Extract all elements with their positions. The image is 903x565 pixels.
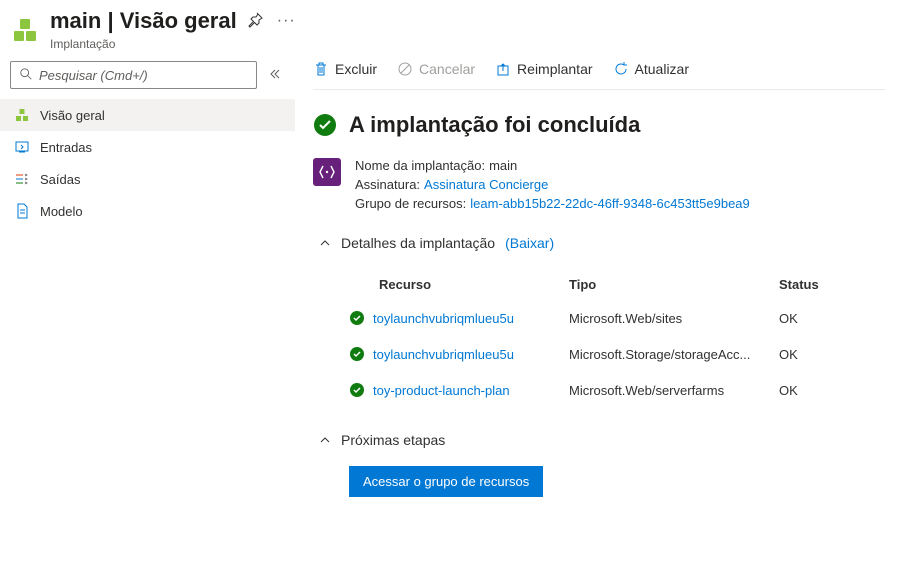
nav-label: Entradas — [40, 140, 92, 155]
nav-list: Visão geral Entradas Saídas — [0, 99, 295, 227]
delete-button[interactable]: Excluir — [313, 61, 377, 77]
go-to-resource-group-button[interactable]: Acessar o grupo de recursos — [349, 466, 543, 497]
resources-table: Recurso Tipo Status toylaunchvubriqmlueu… — [349, 269, 885, 408]
table-row: toylaunchvubriqmlueu5u Microsoft.Storage… — [349, 336, 885, 372]
outputs-icon — [14, 171, 30, 187]
page-title: main | Visão geral — [50, 8, 237, 34]
row-status-icon — [349, 346, 373, 362]
table-row: toy-product-launch-plan Microsoft.Web/se… — [349, 372, 885, 408]
subscription-label: Assinatura: — [355, 177, 420, 192]
row-status-icon — [349, 382, 373, 398]
next-steps-toggle[interactable]: Próximas etapas — [319, 432, 885, 448]
resource-link[interactable]: toylaunchvubriqmlueu5u — [373, 347, 514, 362]
resource-status: OK — [779, 347, 839, 362]
nav-item-outputs[interactable]: Saídas — [0, 163, 295, 195]
chevron-up-icon — [319, 237, 331, 249]
download-link[interactable]: (Baixar) — [505, 235, 554, 251]
collapse-sidebar-icon[interactable] — [265, 64, 285, 87]
resource-status: OK — [779, 383, 839, 398]
nav-label: Visão geral — [40, 108, 105, 123]
nav-label: Modelo — [40, 204, 83, 219]
page-header: main | Visão geral ··· Implantação — [0, 0, 903, 55]
success-icon — [313, 113, 337, 137]
deployment-name-value: main — [489, 158, 517, 173]
details-section: Detalhes da implantação (Baixar) Recurso… — [319, 235, 885, 408]
next-steps-title: Próximas etapas — [341, 432, 445, 448]
resource-type: Microsoft.Storage/storageAcc... — [569, 347, 779, 362]
redeploy-icon — [495, 61, 511, 77]
deployment-info: Nome da implantação: main Assinatura: As… — [313, 158, 885, 211]
status-title: A implantação foi concluída — [349, 112, 640, 138]
template-icon — [14, 203, 30, 219]
resource-type: Microsoft.Web/serverfarms — [569, 383, 779, 398]
search-input[interactable] — [39, 68, 248, 83]
resource-type: Microsoft.Web/sites — [569, 311, 779, 326]
pin-icon[interactable] — [247, 12, 263, 31]
resource-link[interactable]: toy-product-launch-plan — [373, 383, 510, 398]
trash-icon — [313, 61, 329, 77]
nav-item-overview[interactable]: Visão geral — [0, 99, 295, 131]
row-status-icon — [349, 310, 373, 326]
chevron-up-icon — [319, 434, 331, 446]
resource-icon — [10, 15, 40, 45]
more-menu-icon[interactable]: ··· — [273, 12, 300, 30]
sidebar: Visão geral Entradas Saídas — [0, 55, 295, 517]
nav-item-inputs[interactable]: Entradas — [0, 131, 295, 163]
main-content: Excluir Cancelar Reimplantar — [295, 55, 903, 517]
cancel-icon — [397, 61, 413, 77]
nav-item-template[interactable]: Modelo — [0, 195, 295, 227]
resource-group-label: Grupo de recursos: — [355, 196, 466, 211]
page-subtitle: Implantação — [50, 37, 300, 51]
details-title: Detalhes da implantação — [341, 235, 495, 251]
next-steps-section: Próximas etapas Acessar o grupo de recur… — [319, 432, 885, 497]
col-status: Status — [779, 277, 839, 292]
resource-link[interactable]: toylaunchvubriqmlueu5u — [373, 311, 514, 326]
subscription-link[interactable]: Assinatura Concierge — [424, 177, 548, 192]
refresh-button[interactable]: Atualizar — [613, 61, 689, 77]
status-row: A implantação foi concluída — [313, 112, 885, 138]
resource-status: OK — [779, 311, 839, 326]
inputs-icon — [14, 139, 30, 155]
nav-label: Saídas — [40, 172, 80, 187]
redeploy-button[interactable]: Reimplantar — [495, 61, 592, 77]
details-toggle[interactable]: Detalhes da implantação (Baixar) — [319, 235, 885, 251]
toolbar: Excluir Cancelar Reimplantar — [313, 55, 885, 90]
refresh-icon — [613, 61, 629, 77]
resource-group-link[interactable]: leam-abb15b22-22dc-46ff-9348-6c453tt5e9b… — [470, 196, 749, 211]
col-resource: Recurso — [349, 277, 569, 292]
search-box[interactable] — [10, 61, 257, 89]
search-icon — [19, 67, 33, 84]
deployment-name-label: Nome da implantação: — [355, 158, 485, 173]
overview-icon — [14, 107, 30, 123]
cancel-button: Cancelar — [397, 61, 475, 77]
arm-template-icon — [313, 158, 341, 186]
col-type: Tipo — [569, 277, 779, 292]
table-row: toylaunchvubriqmlueu5u Microsoft.Web/sit… — [349, 300, 885, 336]
